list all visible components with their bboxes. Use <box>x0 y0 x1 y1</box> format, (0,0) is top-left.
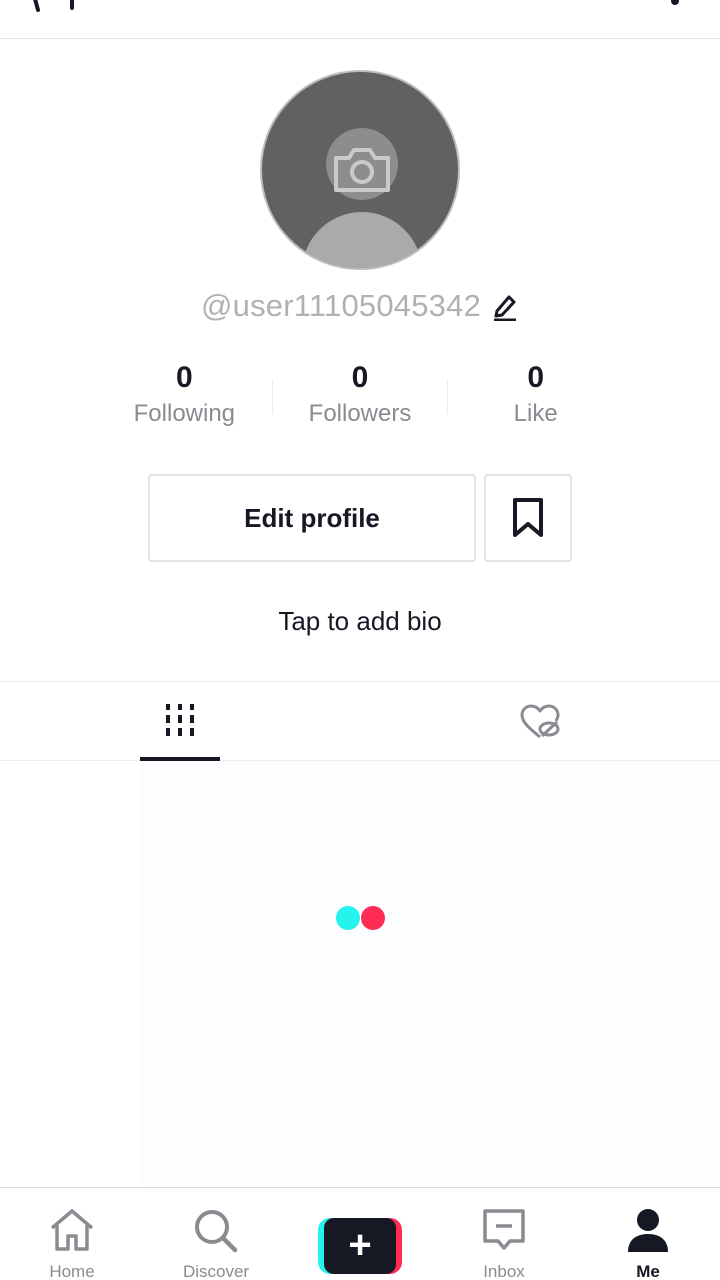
username: @user11105045342 <box>200 288 482 323</box>
nav-me-label: Me <box>636 1262 660 1280</box>
liked-hidden-icon <box>520 704 560 738</box>
profile-tabs <box>0 681 720 761</box>
nav-home[interactable]: Home <box>0 1188 144 1280</box>
add-user-icon[interactable] <box>28 0 88 21</box>
nav-me[interactable]: Me <box>576 1188 720 1280</box>
create-button[interactable]: + <box>318 1218 402 1274</box>
likes-label: Like <box>513 400 558 427</box>
videos-content <box>0 761 720 1187</box>
following-label: Following <box>133 400 236 427</box>
followers-label: Followers <box>308 400 412 427</box>
avatar[interactable] <box>260 70 460 270</box>
inbox-icon <box>483 1209 525 1250</box>
likes-count: 0 <box>527 361 545 394</box>
username-row[interactable]: @user11105045342 <box>0 288 720 324</box>
loader-dot-cyan <box>336 906 360 930</box>
profile-icon <box>628 1209 668 1252</box>
following-count: 0 <box>175 361 193 394</box>
nav-discover-label: Discover <box>182 1262 250 1280</box>
bottom-nav: Home Discover + Inbox Me <box>0 1187 720 1280</box>
top-bar <box>0 0 720 39</box>
nav-home-label: Home <box>49 1262 95 1280</box>
tab-videos[interactable] <box>140 682 220 761</box>
favorites-button[interactable] <box>484 474 572 562</box>
edit-pencil-icon[interactable] <box>491 291 519 321</box>
grid-icon <box>166 703 194 736</box>
followers-count: 0 <box>351 361 369 394</box>
tab-liked[interactable] <box>500 682 580 761</box>
plus-icon: + <box>348 1223 372 1267</box>
bio-prompt[interactable]: Tap to add bio <box>0 606 720 637</box>
bookmark-icon <box>513 498 543 537</box>
nav-discover[interactable]: Discover <box>144 1188 288 1280</box>
loading-indicator <box>336 906 386 930</box>
nav-inbox-label: Inbox <box>483 1262 525 1280</box>
stats-row: 0 Following 0 Followers 0 Like <box>97 358 623 438</box>
stat-likes[interactable]: 0 Like <box>448 358 623 438</box>
camera-icon[interactable] <box>332 144 392 201</box>
stat-followers[interactable]: 0 Followers <box>273 358 448 438</box>
avatar-placeholder-body <box>302 212 422 268</box>
loader-dot-red <box>361 906 385 930</box>
stat-following[interactable]: 0 Following <box>97 358 272 438</box>
content-panel <box>140 761 720 1187</box>
edit-profile-button[interactable]: Edit profile <box>148 474 476 562</box>
more-options-icon[interactable] <box>670 0 680 13</box>
search-icon <box>195 1210 238 1253</box>
home-icon <box>50 1209 94 1251</box>
nav-inbox[interactable]: Inbox <box>432 1188 576 1280</box>
